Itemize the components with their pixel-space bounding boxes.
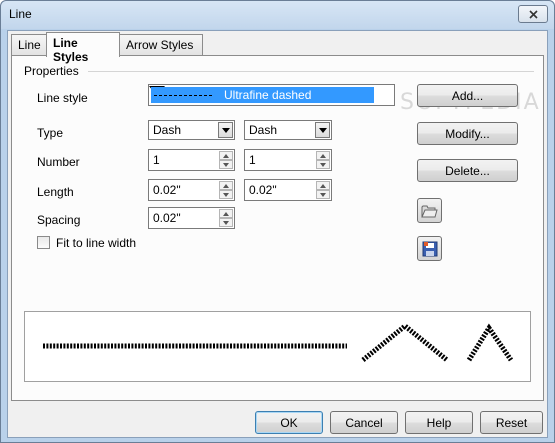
chevron-up-icon (223, 211, 229, 216)
line-style-label: Line style (37, 91, 88, 105)
number-value-2: 1 (249, 153, 256, 167)
dash-preview (154, 94, 212, 96)
modify-button-label: Modify... (445, 126, 490, 141)
type-select-2[interactable]: Dash (244, 120, 332, 140)
chevron-up-icon (320, 153, 326, 158)
delete-button[interactable]: Delete... (417, 159, 518, 182)
ok-button[interactable]: OK (255, 411, 323, 434)
save-icon (422, 241, 437, 256)
open-button[interactable] (417, 198, 442, 223)
chevron-down-icon (320, 192, 326, 197)
line-style-selected: Ultrafine dashed (151, 87, 374, 103)
group-divider (88, 71, 534, 72)
line-preview (24, 311, 531, 382)
number-label: Number (37, 155, 80, 169)
dialog-client: Line Line Styles Arrow Styles Properties… (7, 30, 548, 438)
length-value-2: 0.02" (249, 183, 277, 197)
type-value-2: Dash (249, 123, 278, 137)
type-dropdown-button-2[interactable] (315, 122, 330, 138)
reset-button-label: Reset (495, 415, 528, 430)
spin-up-button[interactable] (316, 151, 330, 160)
modify-button[interactable]: Modify... (417, 122, 518, 145)
type-label: Type (37, 126, 64, 140)
number-spin-1[interactable]: 1 (148, 149, 235, 171)
chevron-down-icon (320, 162, 326, 167)
tab-label: Arrow Styles (126, 38, 194, 52)
tab-line[interactable]: Line (11, 34, 47, 56)
length-label: Length (37, 185, 74, 199)
spin-up-button[interactable] (219, 151, 233, 160)
properties-group-label: Properties (24, 64, 79, 78)
chevron-down-icon (223, 192, 229, 197)
fit-to-line-width-checkbox[interactable] (37, 236, 50, 249)
cancel-button[interactable]: Cancel (330, 411, 398, 434)
spacing-label: Spacing (37, 213, 81, 227)
spin-up-button[interactable] (219, 181, 233, 190)
help-button-label: Help (426, 415, 452, 430)
chevron-down-icon (318, 127, 327, 133)
window-title: Line (9, 7, 32, 21)
chevron-down-icon (221, 127, 230, 133)
spin-down-button[interactable] (219, 190, 233, 199)
help-button[interactable]: Help (405, 411, 473, 434)
chevron-up-icon (320, 183, 326, 188)
spin-down-button[interactable] (316, 190, 330, 199)
spin-up-button[interactable] (219, 209, 233, 218)
save-button[interactable] (417, 236, 442, 261)
title-bar[interactable]: Line (1, 1, 554, 29)
length-spin-2[interactable]: 0.02" (244, 179, 332, 201)
tab-line-styles[interactable]: Line Styles (46, 32, 120, 64)
ok-button-label: OK (280, 415, 298, 430)
spin-up-button[interactable] (316, 181, 330, 190)
number-value-1: 1 (153, 153, 160, 167)
delete-button-label: Delete... (445, 163, 490, 178)
dialog-window: Line Line Line Styles Arrow Styles Prope… (0, 0, 555, 443)
tab-label: Line Styles (53, 36, 89, 64)
chevron-down-icon (223, 220, 229, 225)
type-select-1[interactable]: Dash (148, 120, 235, 140)
spin-down-button[interactable] (219, 218, 233, 227)
line-style-select[interactable]: Ultrafine dashed (148, 84, 395, 106)
fit-to-line-width-label: Fit to line width (56, 236, 137, 250)
line-style-value: Ultrafine dashed (224, 88, 312, 102)
type-value-1: Dash (153, 123, 182, 137)
spacing-spin[interactable]: 0.02" (148, 207, 235, 229)
type-dropdown-button-1[interactable] (218, 122, 233, 138)
spin-down-button[interactable] (316, 160, 330, 169)
close-icon (528, 9, 538, 19)
line-preview-graphic (43, 322, 514, 362)
tab-arrow-styles[interactable]: Arrow Styles (119, 34, 203, 56)
line-styles-panel: Properties SOFTPEDIA Line style Ultrafin… (11, 55, 544, 401)
chevron-up-icon (223, 153, 229, 158)
length-spin-1[interactable]: 0.02" (148, 179, 235, 201)
spin-down-button[interactable] (219, 160, 233, 169)
add-button[interactable]: Add... (417, 84, 518, 107)
folder-open-icon (421, 205, 438, 217)
chevron-down-icon (223, 162, 229, 167)
number-spin-2[interactable]: 1 (244, 149, 332, 171)
length-value-1: 0.02" (153, 183, 181, 197)
chevron-up-icon (223, 183, 229, 188)
reset-button[interactable]: Reset (480, 411, 543, 434)
spacing-value: 0.02" (153, 211, 181, 225)
tab-label: Line (18, 38, 41, 52)
add-button-label: Add... (451, 88, 484, 103)
close-button[interactable] (518, 5, 548, 23)
cancel-button-label: Cancel (345, 415, 383, 430)
